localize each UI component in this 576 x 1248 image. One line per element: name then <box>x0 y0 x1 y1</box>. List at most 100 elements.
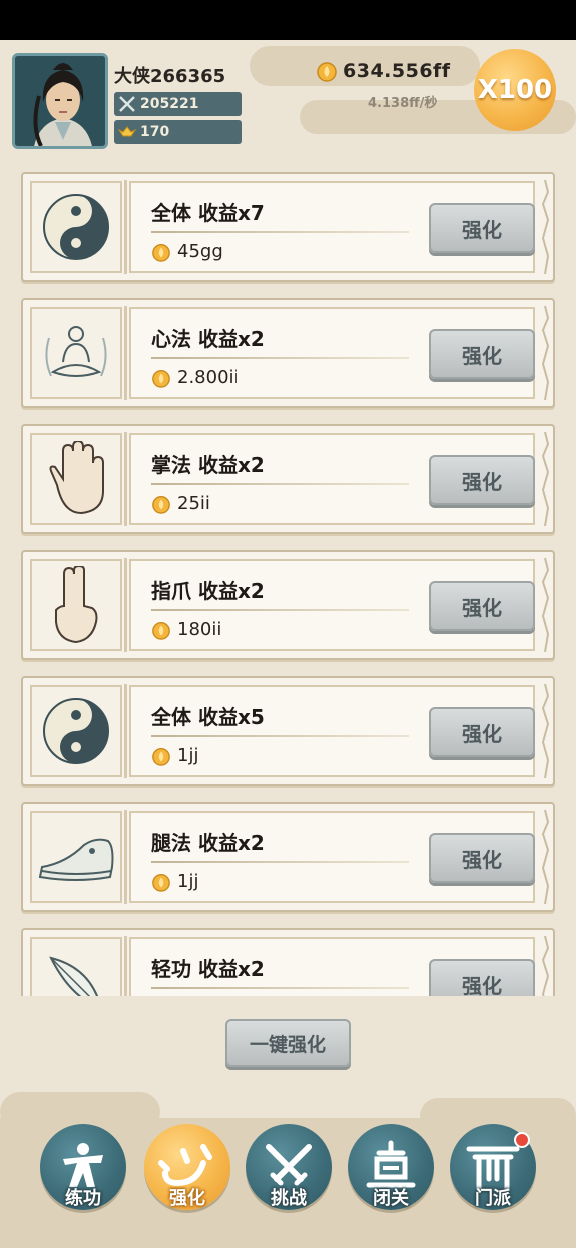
upgrade-title: 心法 收益x2 <box>151 327 265 351</box>
upgrade-card: 指爪 收益x2 180ii 强化 <box>21 550 555 660</box>
upgrade-button[interactable]: 强化 <box>429 329 535 379</box>
yin-yang-icon <box>43 194 109 260</box>
coin-total-value: 634.556ff <box>343 60 451 82</box>
gold-ingot-icon <box>114 120 140 144</box>
upgrade-cost: 25ii <box>151 493 210 514</box>
meditating-monk-icon <box>45 326 107 377</box>
upgrade-button[interactable]: 强化 <box>429 581 535 631</box>
upgrade-card: 腿法 收益x2 1jj 强化 <box>21 802 555 912</box>
upgrade-title: 全体 收益x5 <box>151 705 265 729</box>
title-underline <box>151 735 409 737</box>
upgrade-info: 腿法 收益x2 1jj 强化 <box>129 811 535 903</box>
coin-icon <box>152 369 170 388</box>
cost-value: 2.800ii <box>177 367 239 388</box>
coin-icon <box>152 873 170 892</box>
upgrade-icon-frame <box>30 685 122 777</box>
upgrade-icon-frame <box>30 307 122 399</box>
power-stat: 205221 <box>114 92 242 116</box>
upgrade-cost: 1jj <box>151 871 198 892</box>
nav-item-challenge[interactable]: 挑战 <box>244 1124 334 1220</box>
title-underline <box>151 483 409 485</box>
coin-icon <box>317 62 337 82</box>
yin-yang-icon <box>43 698 109 764</box>
title-underline <box>151 987 409 989</box>
upgrade-title: 轻功 收益x2 <box>151 957 265 981</box>
cost-value: 1jj <box>177 871 199 892</box>
upgrade-button[interactable]: 强化 <box>429 203 535 253</box>
upgrade-icon-frame <box>30 433 122 525</box>
coin-icon <box>152 243 170 262</box>
cost-value: 1jj <box>177 745 199 766</box>
upgrade-title: 掌法 收益x2 <box>151 453 265 477</box>
ingot-stat: 170 <box>114 120 242 144</box>
upgrade-card: 全体 收益x5 1jj 强化 <box>21 676 555 786</box>
feather-icon <box>49 956 99 996</box>
player-name: 大侠266365 <box>114 66 226 87</box>
one-click-upgrade-button[interactable]: 一键强化 <box>225 1019 351 1067</box>
card-divider <box>124 432 127 526</box>
coin-rate: 4.138ff/秒 <box>368 96 438 111</box>
card-divider <box>124 810 127 904</box>
upgrade-title: 全体 收益x7 <box>151 201 265 225</box>
scroll-edge-decoration <box>541 432 550 526</box>
scroll-edge-decoration <box>541 810 550 904</box>
upgrade-cost: 45gg <box>151 241 223 262</box>
nav-label: 强化 <box>169 1188 205 1209</box>
upgrade-button[interactable]: 强化 <box>429 959 535 996</box>
upgrade-icon-frame <box>30 559 122 651</box>
cost-value: 25ii <box>177 493 210 514</box>
notification-badge <box>514 1132 530 1148</box>
upgrade-info: 全体 收益x7 45gg 强化 <box>129 181 535 273</box>
hero-portrait-icon <box>15 56 105 146</box>
upgrade-cost: 1jj <box>151 745 198 766</box>
upgrade-icon-frame <box>30 811 122 903</box>
upgrade-button[interactable]: 强化 <box>429 707 535 757</box>
upgrade-card: 全体 收益x7 45gg 强化 <box>21 172 555 282</box>
upgrade-list[interactable]: 全体 收益x7 45gg 强化 心法 收益x2 2.800ii 强化 掌法 收益… <box>0 168 576 996</box>
upgrade-icon-frame <box>30 181 122 273</box>
nav-item-practice[interactable]: 练功 <box>38 1124 128 1220</box>
nav-label: 练功 <box>65 1188 101 1209</box>
card-divider <box>124 558 127 652</box>
status-bar <box>0 0 576 40</box>
title-underline <box>151 861 409 863</box>
nav-item-upgrade[interactable]: 强化 <box>142 1124 232 1220</box>
avatar[interactable] <box>12 53 108 149</box>
cost-value: 180ii <box>177 619 222 640</box>
upgrade-info: 掌法 收益x2 25ii 强化 <box>129 433 535 525</box>
upgrade-button[interactable]: 强化 <box>429 833 535 883</box>
open-palm-icon <box>49 441 104 515</box>
scroll-edge-decoration <box>541 558 550 652</box>
upgrade-title: 腿法 收益x2 <box>151 831 265 855</box>
upgrade-card: 心法 收益x2 2.800ii 强化 <box>21 298 555 408</box>
nav-label: 门派 <box>475 1188 511 1209</box>
coin-icon <box>152 747 170 766</box>
coin-total: 634.556ff <box>316 60 451 82</box>
title-underline <box>151 357 409 359</box>
ingot-value: 170 <box>140 124 170 140</box>
upgrade-icon-frame <box>30 937 122 996</box>
multiplier-button[interactable]: X100 <box>474 49 556 131</box>
card-divider <box>124 180 127 274</box>
title-underline <box>151 609 409 611</box>
upgrade-button[interactable]: 强化 <box>429 455 535 505</box>
scroll-edge-decoration <box>541 180 550 274</box>
upgrade-title: 指爪 收益x2 <box>151 579 265 603</box>
scroll-edge-decoration <box>541 936 550 996</box>
upgrade-cost: 180ii <box>151 619 221 640</box>
power-value: 205221 <box>140 96 199 112</box>
two-finger-hand-icon <box>55 566 98 644</box>
upgrade-info: 指爪 收益x2 180ii 强化 <box>129 559 535 651</box>
upgrade-cost: 2.800ii <box>151 367 239 388</box>
coin-icon <box>152 495 170 514</box>
nav-label: 闭关 <box>373 1188 409 1209</box>
upgrade-info: 轻功 收益x2 强化 <box>129 937 535 996</box>
crossed-swords-icon <box>114 92 140 116</box>
scroll-edge-decoration <box>541 684 550 778</box>
card-divider <box>124 306 127 400</box>
upgrade-info: 心法 收益x2 2.800ii 强化 <box>129 307 535 399</box>
title-underline <box>151 231 409 233</box>
upgrade-card: 掌法 收益x2 25ii 强化 <box>21 424 555 534</box>
cloth-shoe-icon <box>38 838 114 881</box>
nav-item-seclusion[interactable]: 闭关 <box>346 1124 436 1220</box>
